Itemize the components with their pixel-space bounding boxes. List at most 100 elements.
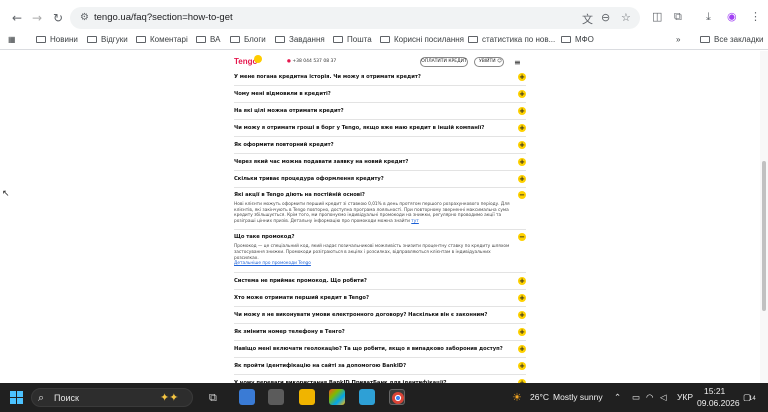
expand-plus-icon[interactable]: +: [518, 344, 526, 353]
expand-plus-icon[interactable]: +: [518, 107, 526, 115]
url-text[interactable]: tengo.ua/faq?section=how-to-get: [94, 12, 233, 23]
bookmark-item[interactable]: Завдання: [275, 35, 325, 44]
expand-plus-icon[interactable]: +: [518, 124, 526, 132]
site-info-icon[interactable]: ⚙: [80, 12, 89, 23]
faq-item[interactable]: Через який час можна подавати заявку на …: [234, 154, 526, 171]
weather-text[interactable]: Mostly sunny: [553, 392, 603, 402]
tray-chevron-icon[interactable]: ⌃: [614, 392, 621, 403]
scrollbar-thumb[interactable]: [762, 161, 766, 311]
bookmark-item[interactable]: Пошта: [333, 35, 372, 44]
faq-question[interactable]: Чи можу я отримати гроші в борг у Tengo,…: [234, 125, 526, 132]
phone-number[interactable]: ● +38 044 537 08 37: [287, 59, 336, 64]
star-icon[interactable]: ☆: [621, 11, 631, 24]
faq-question[interactable]: Чому мені відмовили в кредиті?: [234, 91, 526, 98]
bookmark-item[interactable]: Новини: [36, 35, 78, 44]
faq-item[interactable]: Як пройти ідентифікацію на сайті за допо…: [234, 358, 526, 375]
expand-plus-icon[interactable]: +: [518, 141, 526, 149]
faq-question[interactable]: Що таке промокод?: [234, 234, 526, 241]
page-scrollbar[interactable]: [760, 51, 768, 383]
faq-question[interactable]: У мене погана кредитна історія. Чи можу …: [234, 74, 526, 81]
zoom-icon[interactable]: ⊖: [601, 11, 610, 24]
back-arrow-icon[interactable]: ←: [8, 9, 26, 27]
expand-plus-icon[interactable]: +: [518, 310, 526, 319]
clock-date[interactable]: 09.06.2026: [697, 398, 740, 408]
login-button[interactable]: УВІЙТИ ☺: [474, 57, 504, 67]
faq-item[interactable]: Система не приймає промокод. Що робити? +: [234, 273, 526, 290]
expand-plus-icon[interactable]: +: [518, 90, 526, 98]
address-bar[interactable]: ⚙ tengo.ua/faq?section=how-to-get 文 ⊖ ☆: [70, 7, 640, 29]
faq-item[interactable]: Що таке промокод? − Промокод — це спеціаль…: [234, 230, 526, 273]
windows-start-icon[interactable]: [10, 391, 23, 404]
menu-dots-icon[interactable]: ⋮: [750, 10, 761, 23]
faq-question[interactable]: Навіщо мені включати геолокацію? Та що р…: [234, 346, 526, 353]
faq-item[interactable]: Чому мені відмовили в кредиті? +: [234, 86, 526, 103]
faq-item[interactable]: Чи можу я отримати гроші в борг у Tengo,…: [234, 120, 526, 137]
expand-plus-icon[interactable]: +: [518, 158, 526, 166]
bookmark-item[interactable]: Коментарі: [136, 35, 188, 44]
bookmark-item[interactable]: Корисні посилання: [380, 35, 464, 44]
apply-credit-button[interactable]: ОПЛАТИТИ КРЕДИТ: [420, 57, 468, 67]
faq-question[interactable]: Хто може отримати перший кредит в Tengo?: [234, 295, 526, 302]
expand-plus-icon[interactable]: +: [518, 293, 526, 302]
profile-icon[interactable]: ◉: [727, 10, 737, 23]
faq-answer-link[interactable]: тут: [411, 219, 419, 224]
expand-plus-icon[interactable]: +: [518, 327, 526, 336]
bookmark-item[interactable]: ВА: [196, 35, 220, 44]
clock-time[interactable]: 15:21: [704, 386, 725, 396]
bookmark-item[interactable]: МФО: [561, 35, 594, 44]
taskbar-app-explorer-icon[interactable]: [299, 389, 315, 405]
expand-plus-icon[interactable]: +: [518, 361, 526, 370]
faq-item[interactable]: Чи можу я не виконувати умови електронно…: [234, 307, 526, 324]
taskbar-app-copilot-icon[interactable]: [329, 389, 345, 405]
all-bookmarks[interactable]: Все закладки: [700, 35, 763, 44]
faq-item[interactable]: Як оформити повторний кредит? +: [234, 137, 526, 154]
collapse-minus-icon[interactable]: −: [518, 191, 526, 199]
taskbar-search-input[interactable]: ⌕ Поиск ✦✦: [31, 388, 193, 407]
faq-answer-link[interactable]: Детальніше про промокоди Tengo: [234, 261, 311, 266]
language-indicator[interactable]: УКР: [677, 392, 693, 402]
battery-icon[interactable]: ▭: [632, 392, 640, 403]
camera-icon[interactable]: ◫: [652, 10, 662, 23]
wifi-icon[interactable]: ◠: [646, 392, 653, 403]
bookmark-item[interactable]: Блоги: [230, 35, 266, 44]
faq-question[interactable]: Чи можу я не виконувати умови електронно…: [234, 312, 526, 319]
faq-item[interactable]: У чому переваги використання BankID Прив…: [234, 375, 526, 383]
faq-item[interactable]: Як змінити номер телефону в Тенго? +: [234, 324, 526, 341]
collapse-minus-icon[interactable]: −: [518, 233, 526, 242]
translate-icon[interactable]: 文: [582, 11, 593, 27]
faq-question[interactable]: Які акції в Tengo діють на постійній осн…: [234, 192, 526, 199]
bookmark-item[interactable]: статистика по нов...: [468, 35, 555, 44]
expand-plus-icon[interactable]: +: [518, 276, 526, 285]
weather-sun-icon[interactable]: ☀: [512, 391, 522, 404]
forward-arrow-icon[interactable]: →: [28, 9, 46, 27]
hamburger-menu-icon[interactable]: ≡: [514, 58, 521, 67]
notification-count[interactable]: 14: [749, 396, 756, 402]
task-view-icon[interactable]: ⧉: [209, 391, 217, 405]
faq-item[interactable]: На які цілі можна отримати кредит? +: [234, 103, 526, 120]
faq-item[interactable]: У мене погана кредитна історія. Чи можу …: [234, 69, 526, 86]
faq-item[interactable]: Навіщо мені включати геолокацію? Та що р…: [234, 341, 526, 358]
taskbar-app-terminal-icon[interactable]: [359, 389, 375, 405]
taskbar-app-chrome-icon[interactable]: [389, 389, 405, 405]
download-icon[interactable]: ⤓: [706, 10, 711, 24]
taskbar-app-calculator-icon[interactable]: [268, 389, 284, 405]
expand-plus-icon[interactable]: +: [518, 73, 526, 81]
weather-temp[interactable]: 26°C: [530, 392, 549, 402]
faq-question[interactable]: Система не приймає промокод. Що робити?: [234, 278, 526, 285]
apps-grid-icon[interactable]: ▦: [8, 35, 16, 44]
bookmark-item[interactable]: Відгуки: [87, 35, 128, 44]
volume-icon[interactable]: ◁: [660, 392, 667, 403]
more-bookmarks-button[interactable]: »: [676, 35, 680, 44]
faq-question[interactable]: На які цілі можна отримати кредит?: [234, 108, 526, 115]
taskbar-app-photos-icon[interactable]: [239, 389, 255, 405]
faq-item[interactable]: Хто може отримати перший кредит в Tengo?…: [234, 290, 526, 307]
extensions-icon[interactable]: ⧉: [674, 10, 682, 24]
faq-question[interactable]: Як змінити номер телефону в Тенго?: [234, 329, 526, 336]
faq-question[interactable]: Скільки триває процедура оформлення кред…: [234, 176, 526, 183]
faq-question[interactable]: Як пройти ідентифікацію на сайті за допо…: [234, 363, 526, 370]
expand-plus-icon[interactable]: +: [518, 175, 526, 183]
faq-item[interactable]: Які акції в Tengo діють на постійній осн…: [234, 188, 526, 231]
faq-question[interactable]: Через який час можна подавати заявку на …: [234, 159, 526, 166]
reload-icon[interactable]: ↻: [49, 9, 67, 27]
faq-question[interactable]: Як оформити повторний кредит?: [234, 142, 526, 149]
